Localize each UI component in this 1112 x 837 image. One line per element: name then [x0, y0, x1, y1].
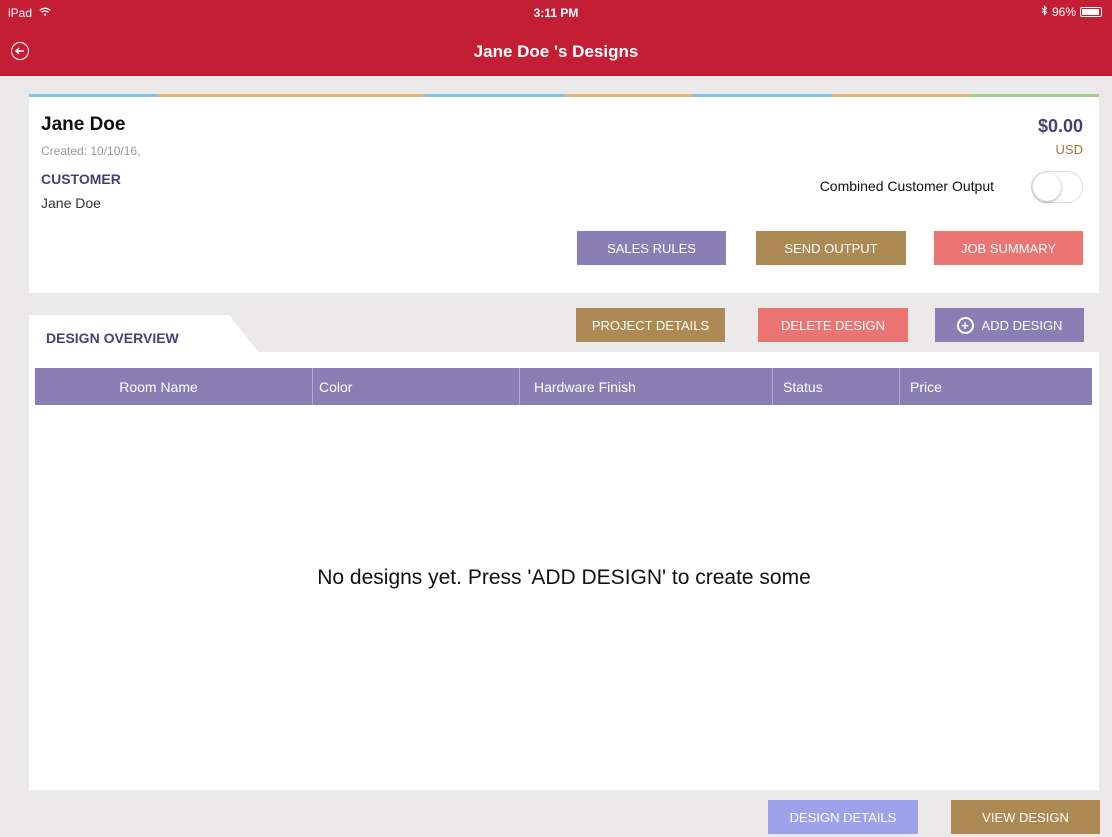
combined-output-toggle[interactable] [1031, 171, 1083, 203]
created-date: Created: 10/10/16, [41, 144, 141, 158]
table-header: Room Name Color Hardware Finish Status P… [35, 368, 1092, 405]
total-amount: $0.00 [1037, 116, 1083, 136]
project-details-button[interactable]: PROJECT DETAILS [576, 308, 725, 342]
status-battery: 96% [1041, 5, 1102, 19]
customer-name: Jane Doe [41, 114, 126, 135]
add-design-label: ADD DESIGN [981, 317, 1063, 333]
currency-label: USD [1055, 142, 1083, 157]
customer-card: Jane Doe Created: 10/10/16, CUSTOMER Jan… [29, 94, 1099, 293]
combined-output-label: Combined Customer Output [819, 178, 994, 194]
customer-label: CUSTOMER [41, 171, 121, 187]
design-table-panel: Room Name Color Hardware Finish Status P… [29, 352, 1099, 790]
card-accent-stripe [29, 94, 1099, 97]
empty-state-message: No designs yet. Press 'ADD DESIGN' to cr… [317, 566, 811, 589]
page-title: Jane Doe 's Designs [473, 42, 639, 61]
status-time: 3:11 PM [533, 6, 579, 20]
plus-circle-icon: + [956, 316, 974, 334]
design-details-button[interactable]: DESIGN DETAILS [768, 800, 918, 834]
battery-percent: 96% [1051, 5, 1076, 19]
sales-rules-button[interactable]: SALES RULES [577, 231, 726, 265]
bluetooth-icon [1041, 5, 1048, 19]
delete-design-button[interactable]: DELETE DESIGN [758, 308, 908, 342]
column-header-status[interactable]: Status [772, 368, 899, 405]
view-design-button[interactable]: VIEW DESIGN [951, 800, 1100, 834]
job-summary-button[interactable]: JOB SUMMARY [934, 231, 1083, 265]
column-header-hardware-finish[interactable]: Hardware Finish [519, 368, 772, 405]
toggle-knob [1033, 173, 1061, 201]
send-output-button[interactable]: SEND OUTPUT [756, 231, 906, 265]
tab-label: DESIGN OVERVIEW [46, 330, 179, 346]
column-header-price[interactable]: Price [899, 368, 1092, 405]
column-header-color[interactable]: Color [312, 368, 519, 405]
battery-icon [1080, 7, 1102, 17]
tab-design-overview[interactable]: DESIGN OVERVIEW [29, 315, 259, 353]
customer-value: Jane Doe [41, 195, 101, 211]
column-header-room-name[interactable]: Room Name [35, 368, 312, 405]
top-bar: iPad 3:11 PM 96% Jane Doe 's Designs [0, 0, 1112, 76]
add-design-button[interactable]: + ADD DESIGN [935, 308, 1084, 342]
